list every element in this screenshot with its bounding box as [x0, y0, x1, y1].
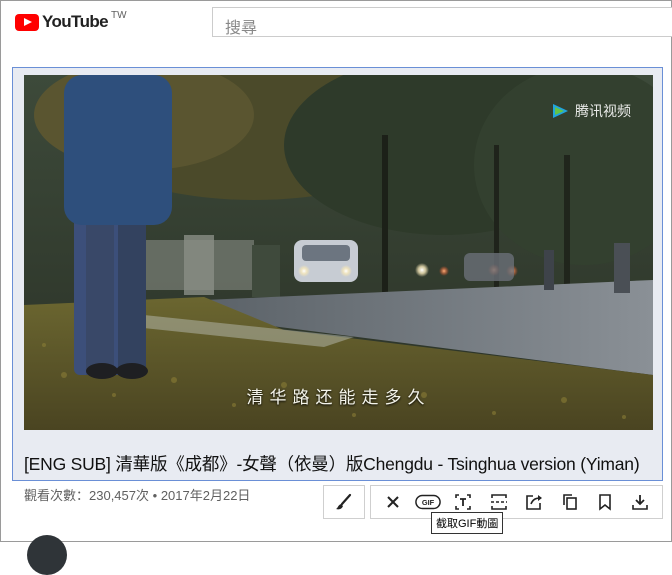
youtube-logo[interactable]: YouTube TW	[15, 9, 127, 32]
capture-toolbar: GIF	[370, 485, 663, 519]
share-icon	[526, 495, 543, 510]
copy-button[interactable]	[557, 489, 583, 515]
view-count: 觀看次數：230,457次	[24, 488, 149, 503]
gif-badge-text: GIF	[422, 498, 435, 507]
masthead: YouTube TW 搜尋	[1, 1, 672, 49]
video-frame-image	[24, 75, 653, 430]
close-button[interactable]	[380, 489, 406, 515]
brush-button[interactable]	[323, 485, 365, 519]
logo-text: YouTube	[42, 12, 109, 31]
gif-icon: GIF	[415, 494, 441, 510]
channel-avatar[interactable]	[27, 535, 67, 575]
tencent-video-logo-icon	[553, 104, 568, 118]
download-button[interactable]	[627, 489, 653, 515]
gif-tooltip: 截取GIF動圖	[431, 512, 504, 534]
bookmark-icon	[599, 494, 611, 511]
video-player[interactable]: 腾讯视频 清华路还能走多久	[24, 75, 653, 430]
brush-icon	[336, 493, 352, 510]
youtube-play-icon	[15, 13, 39, 31]
download-icon	[632, 495, 649, 510]
tencent-video-watermark: 腾讯视频	[552, 101, 631, 121]
bookmark-button[interactable]	[592, 489, 618, 515]
text-crop-icon	[455, 494, 472, 510]
search-input[interactable]: 搜尋	[212, 7, 672, 37]
video-subtitle: 清华路还能走多久	[246, 388, 431, 408]
upload-date: 2017年2月22日	[160, 488, 251, 503]
close-icon	[386, 496, 399, 508]
video-title: [ENG SUB] 清華版《成都》-女聲（依曼）版Chengdu - Tsing…	[24, 454, 640, 474]
video-meta: 觀看次數：230,457次 • 2017年2月22日	[24, 485, 250, 504]
copy-icon	[562, 494, 577, 510]
meta-separator: •	[152, 488, 158, 503]
watermark-text: 腾讯视频	[575, 103, 631, 119]
share-button[interactable]	[521, 489, 547, 515]
country-code: TW	[111, 9, 127, 21]
expand-icon	[490, 494, 507, 510]
